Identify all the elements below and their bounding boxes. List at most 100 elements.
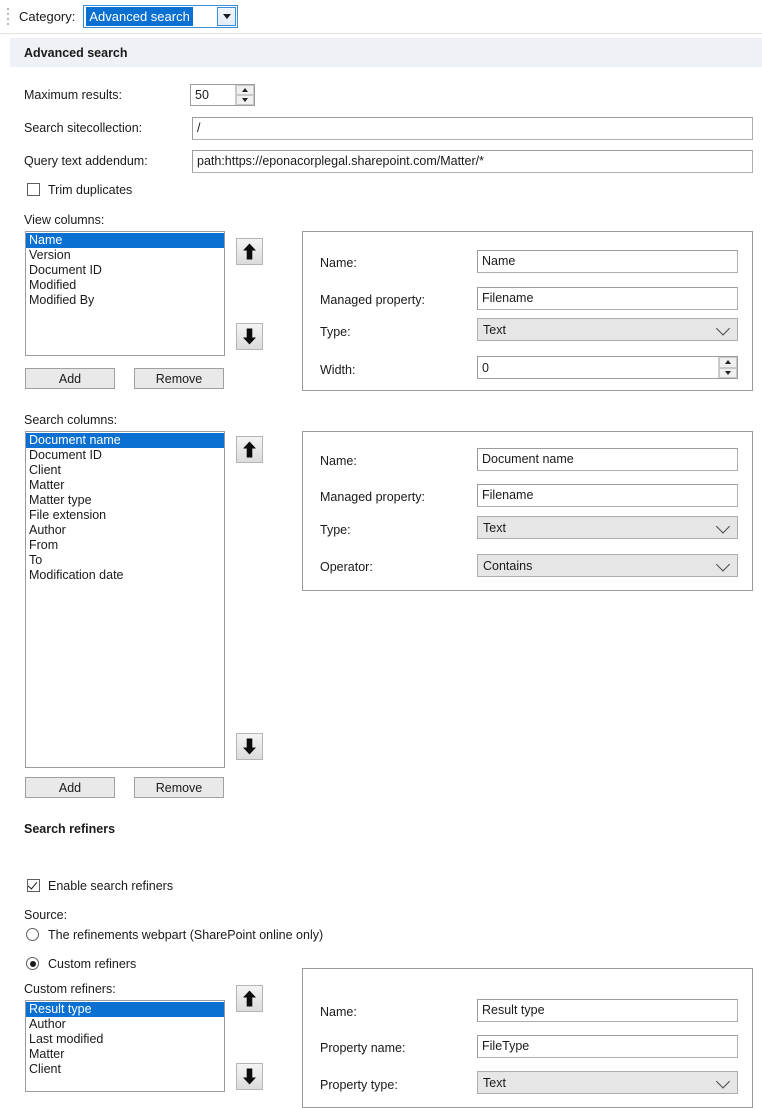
list-item[interactable]: To [26,553,224,568]
section-header: Advanced search [10,38,762,67]
refiner-detail-property-type-value: Text [483,1075,506,1090]
list-item[interactable]: Modified [26,278,224,293]
arrow-up-icon [243,990,256,1007]
search-columns-move-up-button[interactable] [236,436,263,463]
chevron-down-icon [715,518,731,534]
list-item[interactable]: Result type [26,1002,224,1017]
custom-refiners-move-down-button[interactable] [236,1063,263,1090]
refiner-detail-property-type-dropdown[interactable]: Text [477,1071,738,1094]
search-columns-label: Search columns: [24,413,118,427]
search-columns-remove-button[interactable]: Remove [134,777,224,798]
maximum-results-value[interactable]: 50 [191,85,235,105]
arrow-down-icon [243,328,256,345]
list-item[interactable]: Modification date [26,568,224,583]
stepper-down-icon[interactable] [719,367,737,378]
chevron-down-icon [715,1073,731,1089]
search-detail-name-input[interactable]: Document name [477,448,738,471]
category-toolbar: Category: Advanced search [0,0,762,34]
chevron-down-icon [715,320,731,336]
enable-search-refiners-checkbox[interactable] [27,879,40,892]
maximum-results-label: Maximum results: [24,88,122,102]
custom-refiners-move-up-button[interactable] [236,985,263,1012]
search-detail-managed-property-input[interactable]: Filename [477,484,738,507]
view-detail-type-dropdown[interactable]: Text [477,318,738,341]
drag-grip-icon [3,5,13,29]
view-detail-width-stepper[interactable]: 0 [477,356,738,379]
view-detail-managed-property-label: Managed property: [320,293,425,307]
search-refiners-title: Search refiners [24,822,116,836]
search-detail-type-value: Text [483,520,506,535]
list-item[interactable]: Version [26,248,224,263]
list-item[interactable]: File extension [26,508,224,523]
custom-refiners-label: Custom refiners: [24,982,116,996]
view-detail-managed-property-input[interactable]: Filename [477,287,738,310]
view-columns-move-down-button[interactable] [236,323,263,350]
list-item[interactable]: Matter [26,478,224,493]
list-item[interactable]: Document ID [26,263,224,278]
refiner-detail-name-input[interactable]: Result type [477,999,738,1022]
list-item[interactable]: Last modified [26,1032,224,1047]
trim-duplicates-label[interactable]: Trim duplicates [48,183,132,197]
view-columns-move-up-button[interactable] [236,238,263,265]
list-item[interactable]: Matter [26,1047,224,1062]
arrow-up-icon [243,243,256,260]
list-item[interactable]: Name [26,233,224,248]
source-radio-custom-refiners[interactable] [26,957,39,970]
search-sitecollection-input[interactable]: / [192,117,753,140]
view-detail-name-input[interactable]: Name [477,250,738,273]
category-selected-value: Advanced search [86,7,193,26]
source-option-refinements-webpart-label[interactable]: The refinements webpart (SharePoint onli… [48,928,323,942]
search-columns-add-button[interactable]: Add [25,777,115,798]
stepper-down-icon[interactable] [236,95,254,105]
view-detail-name-label: Name: [320,256,357,270]
source-option-custom-refiners-label[interactable]: Custom refiners [48,957,136,971]
search-columns-move-down-button[interactable] [236,733,263,760]
trim-duplicates-checkbox[interactable] [27,183,40,196]
view-detail-type-value: Text [483,322,506,337]
source-label: Source: [24,908,68,922]
search-detail-type-dropdown[interactable]: Text [477,516,738,539]
list-item[interactable]: Document name [26,433,224,448]
view-columns-add-button[interactable]: Add [25,368,115,389]
view-detail-type-label: Type: [320,325,351,339]
list-item[interactable]: Modified By [26,293,224,308]
view-detail-width-label: Width: [320,363,356,377]
query-text-addendum-input[interactable]: path:https://eponacorplegal.sharepoint.c… [192,150,753,173]
custom-refiners-listbox[interactable]: Result type Author Last modified Matter … [25,1000,225,1092]
maximum-results-stepper[interactable]: 50 [190,84,255,106]
refiner-detail-property-name-input[interactable]: FileType [477,1035,738,1058]
enable-search-refiners-label[interactable]: Enable search refiners [48,879,173,893]
stepper-up-icon[interactable] [719,357,737,368]
query-text-addendum-label: Query text addendum: [24,154,148,168]
view-columns-label: View columns: [24,213,105,227]
search-detail-operator-dropdown[interactable]: Contains [477,554,738,577]
search-detail-operator-value: Contains [483,558,533,573]
list-item[interactable]: Document ID [26,448,224,463]
section-title: Advanced search [24,45,128,60]
list-item[interactable]: Client [26,463,224,478]
search-detail-operator-label: Operator: [320,560,373,574]
search-columns-listbox[interactable]: Document name Document ID Client Matter … [25,431,225,768]
category-label: Category: [19,9,76,24]
arrow-down-icon [243,1068,256,1085]
category-dropdown[interactable]: Advanced search [83,5,239,28]
list-item[interactable]: Author [26,523,224,538]
view-columns-remove-button[interactable]: Remove [134,368,224,389]
list-item[interactable]: Client [26,1062,224,1077]
refiner-detail-name-label: Name: [320,1005,357,1019]
view-detail-width-value[interactable]: 0 [478,357,718,378]
stepper-up-icon[interactable] [236,85,254,95]
stepper-buttons[interactable] [718,357,737,378]
source-radio-refinements-webpart[interactable] [26,928,39,941]
refiner-detail-property-name-label: Property name: [320,1041,406,1055]
search-detail-managed-property-label: Managed property: [320,490,425,504]
view-columns-listbox[interactable]: Name Version Document ID Modified Modifi… [25,231,225,356]
arrow-down-icon [243,738,256,755]
list-item[interactable]: Author [26,1017,224,1032]
list-item[interactable]: Matter type [26,493,224,508]
advanced-search-settings-page: Category: Advanced search Advanced searc… [0,0,762,1108]
list-item[interactable]: From [26,538,224,553]
search-sitecollection-label: Search sitecollection: [24,121,143,135]
chevron-down-icon[interactable] [217,7,237,26]
stepper-buttons[interactable] [235,85,254,105]
